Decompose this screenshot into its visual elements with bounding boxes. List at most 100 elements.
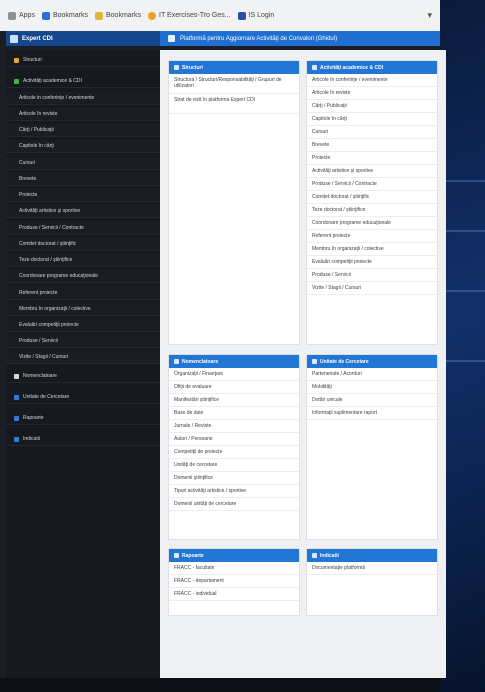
bookmark-site[interactable]: IT Exercises-Tro Ges...	[148, 11, 231, 20]
sidebar-item-label: Articole in conferinţe / evenimente	[19, 95, 95, 101]
panel-link[interactable]: Articole în conferinţe / evenimente	[307, 74, 437, 87]
panel-nomenclatoare: Nomenclatoare Organizaţii / Finanţare Ofi…	[168, 354, 300, 540]
panel-structuri: Structuri Structura / Structuri/Responsa…	[168, 60, 300, 345]
panel-link[interactable]: Comitet doctorat / ştiinţific	[307, 191, 437, 204]
panel-link[interactable]: Capitole în cărţi	[307, 113, 437, 126]
panel-link[interactable]: Domenii ştiinţifice	[169, 472, 299, 485]
panel-header: Rapoarte	[169, 549, 299, 562]
sidebar-item[interactable]: Membru în organizaţii / colective	[6, 303, 160, 316]
sidebar-item[interactable]: Articole în reviste	[6, 108, 160, 121]
panel-link[interactable]: Produse / Servicii / Contracte	[307, 178, 437, 191]
sidebar-item[interactable]: Activităţi academice & CDI	[6, 75, 160, 88]
sidebar-item[interactable]: Evaluări competiţii proiecte	[6, 319, 160, 332]
panel-link[interactable]: Manifestări ştiinţifice	[169, 394, 299, 407]
panel-link[interactable]: Autori / Persoane	[169, 433, 299, 446]
bookmark-login[interactable]: IS Login	[237, 11, 274, 20]
panel-link[interactable]: Baze de date	[169, 407, 299, 420]
site-login-icon	[237, 11, 246, 20]
panel-link[interactable]: Evaluări competiţii proiecte	[307, 256, 437, 269]
sidebar-item[interactable]: Rapoarte	[6, 412, 160, 425]
panel-link[interactable]: Strat de vizit în platforma Expert CDI	[169, 94, 299, 114]
panel-link[interactable]: Documentaţie platformă	[307, 562, 437, 575]
sidebar-item[interactable]: Produse / Servicii	[6, 335, 160, 348]
sidebar-item[interactable]: Cărţi / Publicaţii	[6, 124, 160, 137]
sidebar-item[interactable]: Activităţi artistice şi sportive	[6, 205, 160, 218]
panel-header: Structuri	[169, 61, 299, 74]
sidebar-item-label: Rapoarte	[23, 415, 44, 421]
sidebar-item-label: Comitet doctorat / ştiinţific	[19, 241, 77, 247]
sidebar-item[interactable]: Structuri	[6, 54, 160, 67]
panel-link[interactable]: Structura / Structuri/Responsabilităţi /…	[169, 74, 299, 94]
sidebar-item[interactable]: Comitet doctorat / ştiinţific	[6, 238, 160, 251]
panel-link[interactable]: FRACC - facultate	[169, 562, 299, 575]
panel-link[interactable]: Ofiţii de evaluare	[169, 381, 299, 394]
panel-link[interactable]: Coordonare programe educaţionale	[307, 217, 437, 230]
panel-link[interactable]: Mobilităţi	[307, 381, 437, 394]
bookmark-apps[interactable]: Apps	[8, 11, 35, 20]
sidebar-item[interactable]: Indicatii	[6, 433, 160, 446]
sidebar-item[interactable]: Produse / Servicii / Contracte	[6, 222, 160, 235]
app-brand[interactable]: Expert CDI	[6, 31, 160, 46]
sidebar-item-label: Capitole în cărţi	[19, 143, 54, 149]
sidebar-section-icon	[14, 57, 19, 63]
panel-link[interactable]: Parteneriate / Acorduri	[307, 368, 437, 381]
sidebar-item-label: Cursuri	[19, 160, 36, 166]
sidebar-item[interactable]: Capitole în cărţi	[6, 140, 160, 153]
star-icon	[41, 11, 50, 20]
panel-link[interactable]: Brevete	[307, 139, 437, 152]
desktop-background	[440, 0, 485, 692]
panel-header: Nomenclatoare	[169, 355, 299, 368]
sidebar-item-label: Activităţi artistice şi sportive	[19, 208, 81, 214]
panel-link[interactable]: Competiţii de proiecte	[169, 446, 299, 459]
menu-icon[interactable]	[168, 35, 175, 42]
bookmark-folder[interactable]: Bookmarks	[94, 11, 141, 20]
sidebar-section-icon	[14, 394, 19, 400]
panel-link[interactable]: Articole în reviste	[307, 87, 437, 100]
report-icon	[174, 553, 179, 558]
folder-icon	[94, 11, 103, 20]
main-content: Structuri Structura / Structuri/Responsa…	[160, 50, 446, 678]
panel-link[interactable]: Domenii unităţi de cercetare	[169, 498, 299, 511]
sidebar-item-label: Nomenclatoare	[23, 373, 57, 379]
panel-link[interactable]: Informaţii suplimentare raport	[307, 407, 437, 420]
panel-link[interactable]: Jurnale / Reviste	[169, 420, 299, 433]
panel-link[interactable]: Proiecte	[307, 152, 437, 165]
sidebar-item[interactable]: Cursuri	[6, 157, 160, 170]
sidebar-item[interactable]: Teze doctorat / ştiinţifice	[6, 254, 160, 267]
panel-link[interactable]: Organizaţii / Finanţare	[169, 368, 299, 381]
panel-link[interactable]: Dotări unicale	[307, 394, 437, 407]
info-icon	[312, 553, 317, 558]
panel-link[interactable]: Cărţi / Publicaţii	[307, 100, 437, 113]
sidebar-item-label: Structuri	[23, 57, 42, 63]
bookmark-star[interactable]: Bookmarks	[41, 11, 88, 20]
panel-link[interactable]: Referent proiecte	[307, 230, 437, 243]
sidebar-item-label: Proiecte	[19, 192, 38, 198]
panel-link[interactable]: Vizite / Stagii / Cursuri	[307, 282, 437, 295]
panel-link[interactable]: Membru în organizaţii / colective	[307, 243, 437, 256]
chevron-down-icon[interactable]: ▾	[427, 10, 432, 21]
panel-link[interactable]: Tipuri activităţi artistice / sportive	[169, 485, 299, 498]
sidebar-item[interactable]: Vizite / Stagii / Cursuri	[6, 351, 160, 364]
panel-link[interactable]: Teze doctorat / ştiinţifice	[307, 204, 437, 217]
sidebar-item[interactable]: Articole in conferinţe / evenimente	[6, 92, 160, 105]
sidebar-item[interactable]: Brevete	[6, 173, 160, 186]
sidebar-item[interactable]: Coordonare programe educaţionale	[6, 270, 160, 283]
panel-link[interactable]: Activităţi artistice şi sportive	[307, 165, 437, 178]
panel-link[interactable]: FRACC - individual	[169, 588, 299, 601]
panel-link[interactable]: Produse / Servicii	[307, 269, 437, 282]
sidebar-item-label: Cărţi / Publicaţii	[19, 127, 54, 133]
sidebar-item-label: Membru în organizaţii / colective	[19, 306, 91, 312]
sidebar-item[interactable]: Proiecte	[6, 189, 160, 202]
panel-link[interactable]: FRACC - departament	[169, 575, 299, 588]
page-title-bar: Platformă pentru Aggiornare Activităţi d…	[160, 31, 440, 46]
sidebar-item[interactable]: Referent proiecte	[6, 287, 160, 300]
sidebar-item-label: Referent proiecte	[19, 290, 58, 296]
app-header: Expert CDI Platformă pentru Aggiornare A…	[6, 31, 440, 46]
sidebar-item-label: Produse / Servicii	[19, 338, 58, 344]
sidebar-item[interactable]: Unitate de Cercetare	[6, 391, 160, 404]
sidebar-section-icon	[14, 78, 19, 84]
sidebar-item[interactable]: Nomenclatoare	[6, 370, 160, 383]
panel-link[interactable]: Cursuri	[307, 126, 437, 139]
panel-link[interactable]: Unităţi de cercetare	[169, 459, 299, 472]
panel-header: Activităţi academice & CDI	[307, 61, 437, 74]
